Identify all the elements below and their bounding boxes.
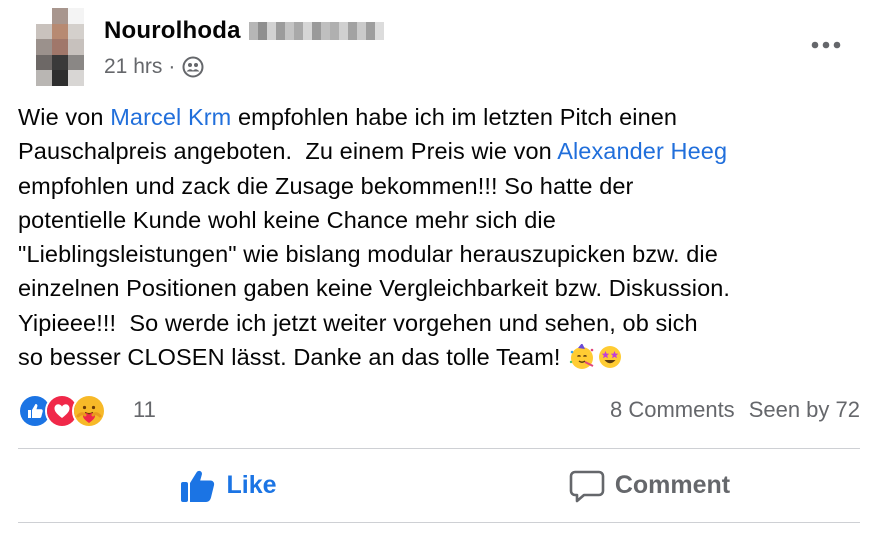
like-button[interactable]: Like bbox=[18, 449, 439, 522]
more-horizontal-icon bbox=[811, 41, 841, 49]
like-label: Like bbox=[226, 471, 277, 499]
meta-separator: · bbox=[168, 55, 176, 78]
reaction-count[interactable]: 11 bbox=[133, 397, 156, 423]
speech-bubble-icon bbox=[569, 470, 605, 502]
partying-face-emoji bbox=[569, 343, 595, 370]
mention-link[interactable]: Marcel Krm bbox=[110, 104, 231, 130]
comment-button[interactable]: Comment bbox=[439, 449, 860, 522]
author-row: Nourolhoda bbox=[104, 14, 384, 48]
thumbs-up-icon bbox=[181, 470, 215, 502]
friends-icon[interactable] bbox=[182, 56, 204, 78]
action-bar: Like Comment bbox=[18, 449, 860, 522]
reaction-icons[interactable] bbox=[18, 393, 106, 429]
star-struck-emoji bbox=[597, 344, 623, 370]
reactions-row: 11 8 Comments Seen by 72 bbox=[18, 393, 860, 429]
blurred-author-surname bbox=[248, 22, 384, 40]
post-stats: 8 Comments Seen by 72 bbox=[610, 397, 860, 423]
post-meta: 21 hrs · bbox=[104, 54, 204, 80]
divider bbox=[18, 522, 860, 523]
post-text-segment: empfohlen und zack die Zusage bekommen!!… bbox=[18, 172, 731, 371]
care-reaction-icon bbox=[72, 394, 106, 428]
comments-count[interactable]: 8 Comments bbox=[610, 397, 735, 423]
post-text-segment: Wie von bbox=[18, 104, 111, 130]
avatar[interactable] bbox=[36, 8, 84, 86]
comment-label: Comment bbox=[614, 471, 731, 499]
post-timestamp[interactable]: 21 hrs bbox=[104, 55, 162, 79]
seen-by-count[interactable]: Seen by 72 bbox=[749, 397, 860, 423]
mention-link[interactable]: Alexander Heeg bbox=[557, 138, 727, 164]
post-text: Wie von Marcel Krm empfohlen habe ich im… bbox=[18, 100, 868, 374]
author-name[interactable]: Nourolhoda bbox=[104, 17, 241, 45]
more-options-button[interactable] bbox=[808, 30, 844, 60]
